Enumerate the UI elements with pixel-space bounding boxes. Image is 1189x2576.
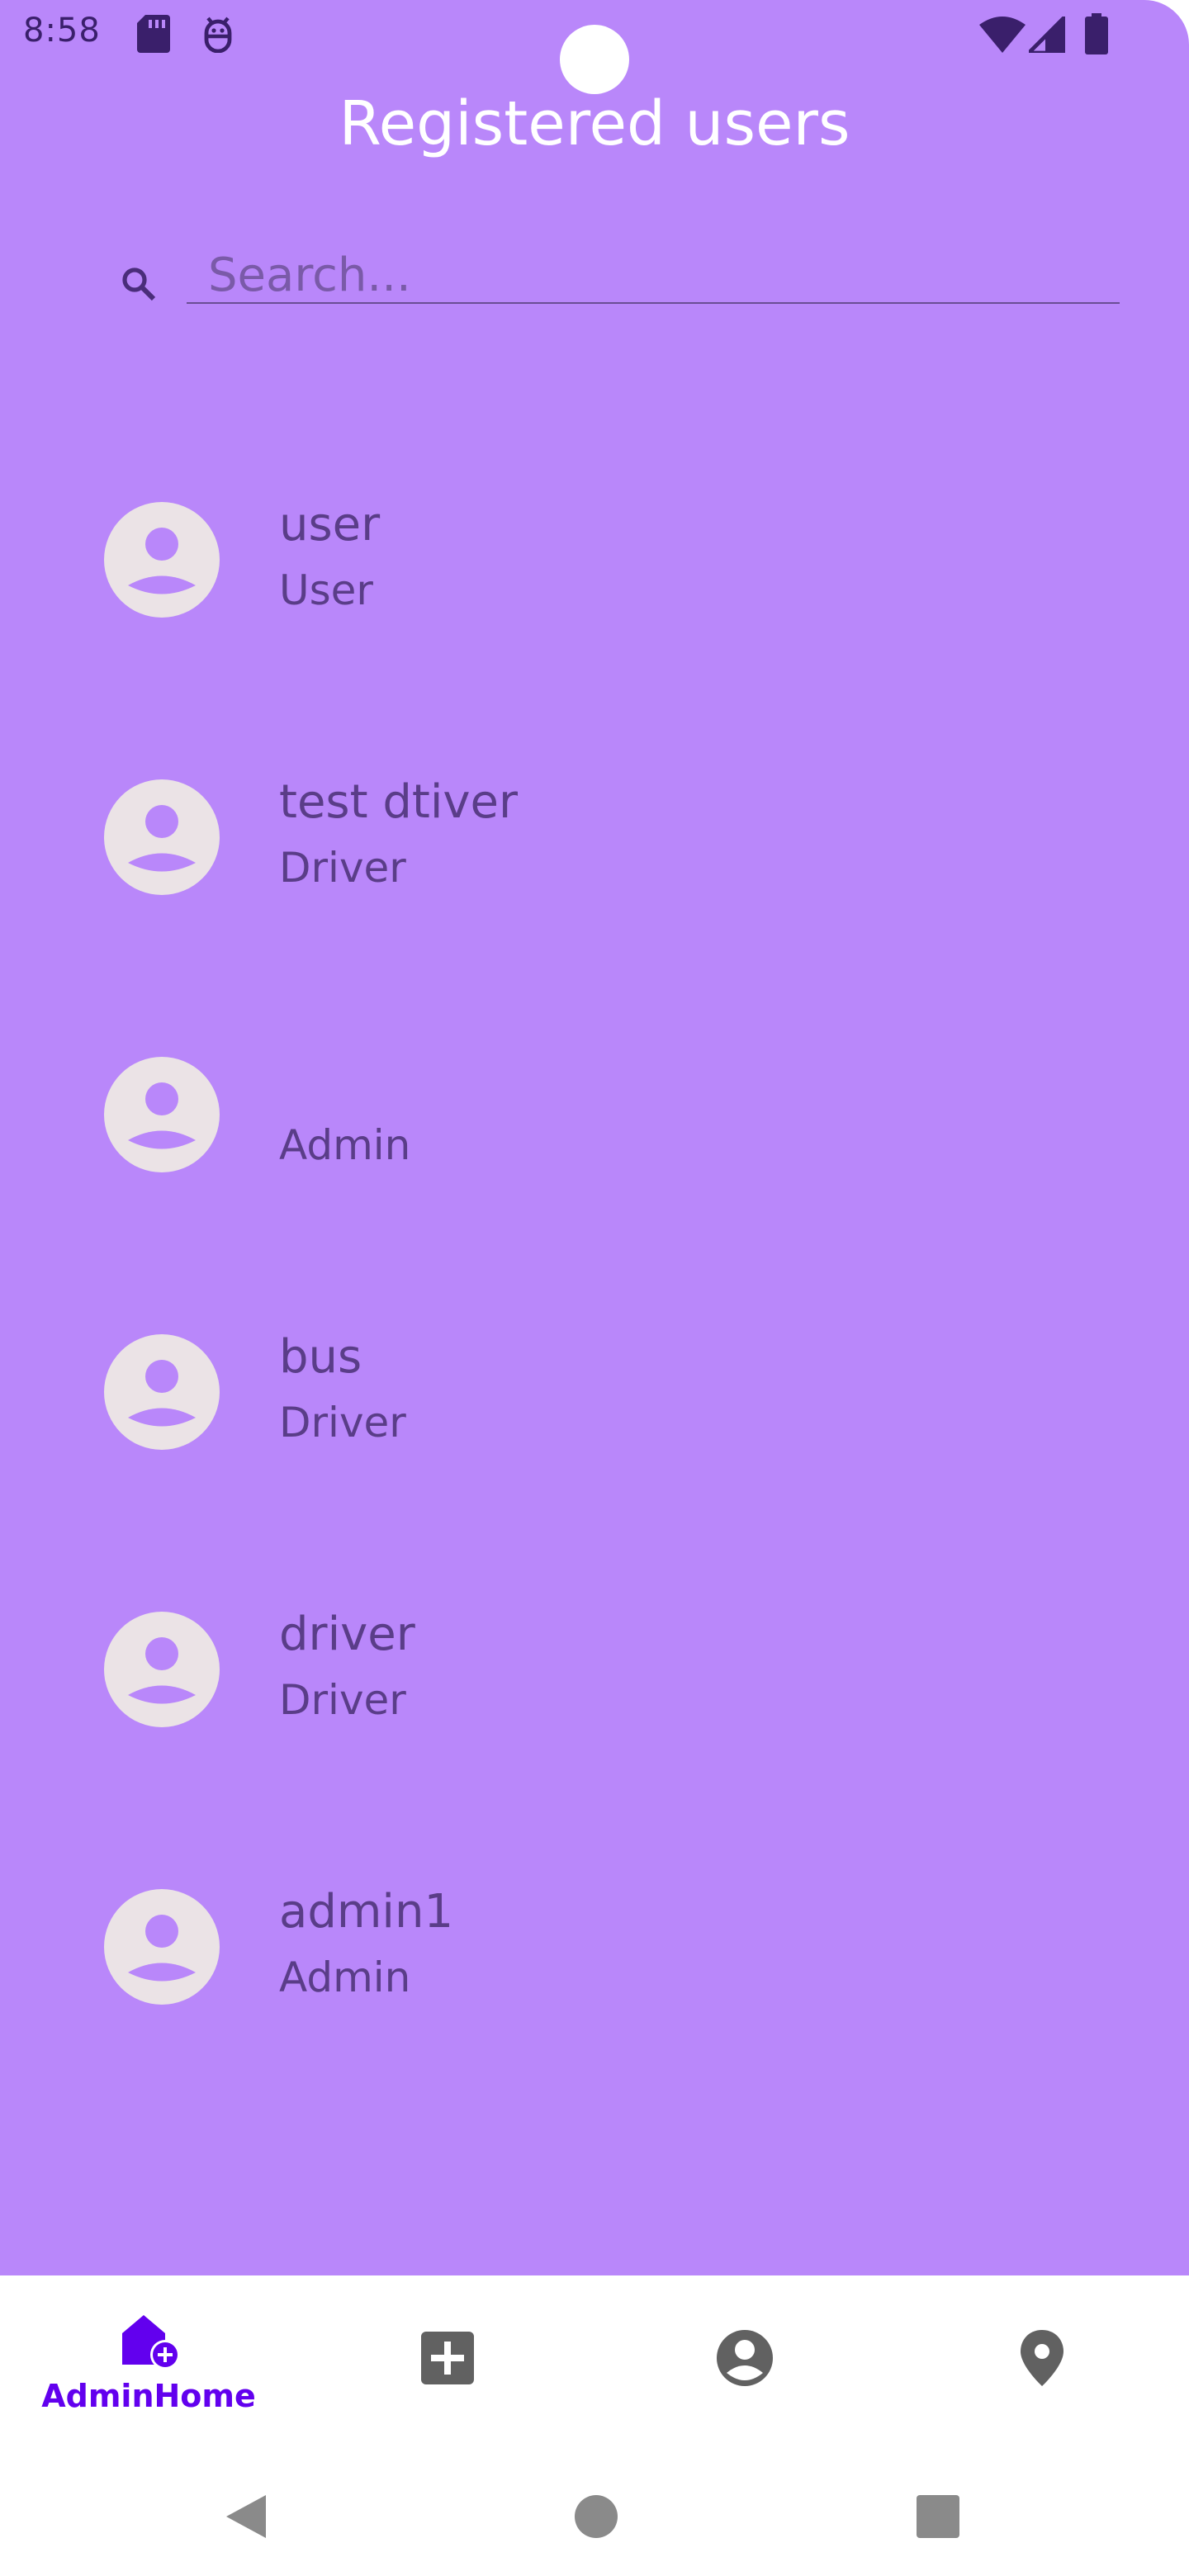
sd-card-icon: [137, 15, 170, 53]
user-role: Driver: [279, 1676, 406, 1724]
avatar-icon: [104, 1334, 220, 1450]
user-list-item[interactable]: admin1 Admin: [0, 1811, 1189, 2089]
avatar-icon: [104, 1057, 220, 1172]
nav-item-account[interactable]: [594, 2275, 892, 2460]
avatar-icon: [104, 502, 220, 618]
user-list-item[interactable]: Admin: [0, 979, 1189, 1257]
user-role: Admin: [279, 1121, 411, 1169]
user-role: Driver: [279, 844, 406, 892]
nav-item-add[interactable]: [297, 2275, 594, 2460]
bottom-navigation: AdminHome: [0, 2275, 1189, 2460]
search-input[interactable]: [187, 248, 1120, 304]
user-name: bus: [279, 1330, 362, 1384]
signal-icon: [1029, 17, 1065, 53]
user-role: Admin: [279, 1953, 411, 2001]
main-screen: 8:58 Registered users Search... user Use…: [0, 0, 1189, 2275]
user-role: Driver: [279, 1399, 406, 1447]
recents-icon[interactable]: [912, 2490, 964, 2543]
nav-item-location[interactable]: [892, 2275, 1189, 2460]
user-name: test dtiver: [279, 775, 519, 829]
user-name: driver: [279, 1608, 415, 1661]
nav-label-admin-home: AdminHome: [41, 2378, 256, 2414]
add-box-icon: [421, 2332, 474, 2384]
user-name: user: [279, 498, 381, 552]
user-list: user User test dtiver Driver Admin bus D…: [0, 424, 1189, 2089]
battery-icon: [1085, 13, 1108, 54]
avatar-icon: [104, 1889, 220, 2005]
back-icon[interactable]: [221, 2490, 274, 2543]
search-icon: [122, 268, 156, 301]
user-list-item[interactable]: driver Driver: [0, 1534, 1189, 1811]
user-name: admin1: [279, 1885, 454, 1939]
android-debug-icon: [204, 17, 232, 53]
wifi-icon: [979, 17, 1026, 53]
user-role: User: [279, 566, 373, 614]
location-pin-icon: [1021, 2330, 1063, 2386]
status-time: 8:58: [23, 12, 101, 50]
user-list-item[interactable]: bus Driver: [0, 1257, 1189, 1534]
page-title: Registered users: [339, 88, 850, 159]
avatar-icon: [104, 779, 220, 895]
admin-home-icon: [122, 2315, 180, 2370]
user-list-item[interactable]: test dtiver Driver: [0, 702, 1189, 979]
home-icon[interactable]: [570, 2490, 623, 2543]
avatar-icon: [104, 1612, 220, 1727]
nav-item-admin-home[interactable]: AdminHome: [0, 2275, 297, 2460]
account-circle-icon: [717, 2330, 773, 2386]
user-list-item[interactable]: user User: [0, 424, 1189, 702]
system-navigation-bar: [0, 2460, 1189, 2576]
